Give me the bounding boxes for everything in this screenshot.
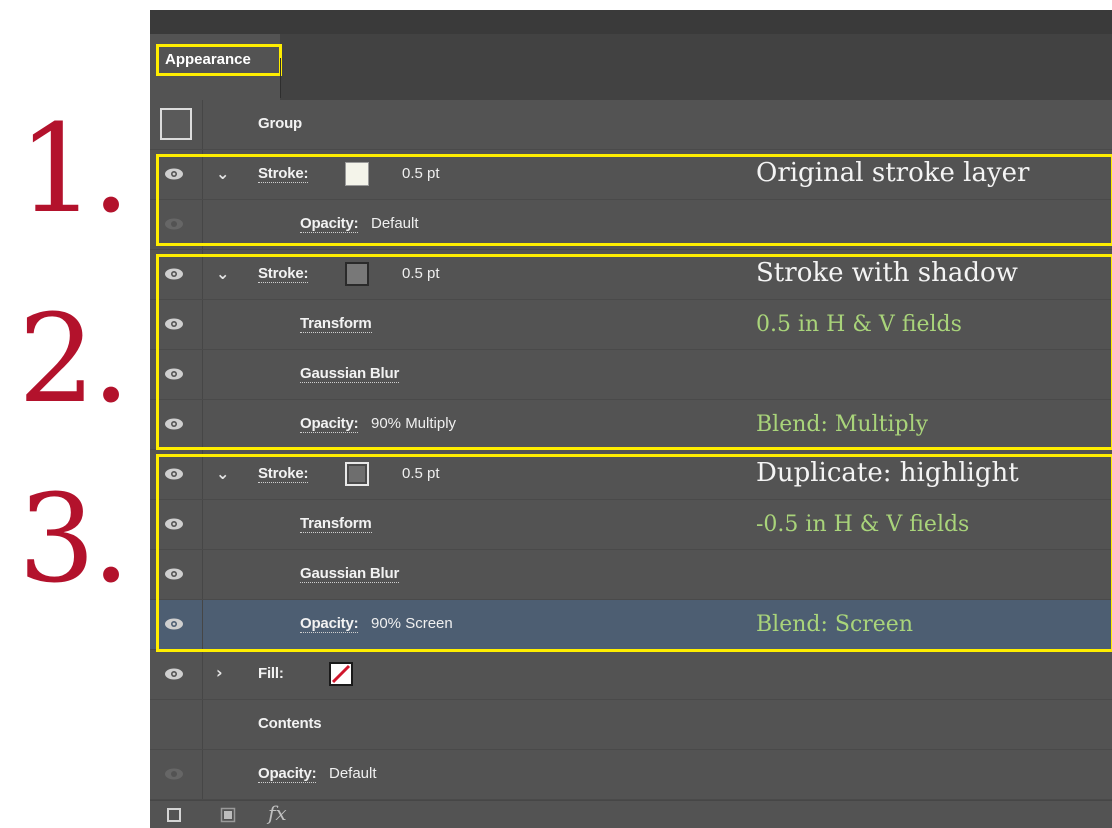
opacity-row[interactable]: Opacity: 90% Multiply Blend: Multiply bbox=[150, 400, 1112, 450]
stroke-color-swatch[interactable] bbox=[345, 162, 369, 186]
visibility-toggle[interactable] bbox=[150, 400, 203, 449]
gaussian-blur-label[interactable]: Gaussian Blur bbox=[300, 565, 399, 583]
tab-appearance-label: Appearance bbox=[156, 44, 282, 76]
appearance-panel: Appearance Group ⌄ Stroke: 0.5 pt Origin… bbox=[150, 10, 1112, 828]
tab-divider bbox=[280, 58, 281, 98]
contents-row[interactable]: Contents bbox=[150, 700, 1112, 750]
opacity-label[interactable]: Opacity: bbox=[258, 765, 317, 783]
opacity-value: Default bbox=[371, 215, 419, 232]
chevron-down-icon[interactable]: ⌄ bbox=[216, 164, 229, 183]
opacity-value: 90% Screen bbox=[371, 615, 453, 632]
opacity-row[interactable]: Opacity: Default bbox=[150, 750, 1112, 800]
group-label: Group bbox=[258, 115, 302, 132]
group-thumbnail bbox=[160, 108, 192, 140]
annotation-note: Original stroke layer bbox=[756, 158, 1030, 188]
visibility-toggle[interactable] bbox=[150, 550, 203, 599]
visibility-toggle[interactable] bbox=[150, 150, 203, 199]
eye-icon[interactable] bbox=[164, 767, 184, 781]
visibility-toggle[interactable] bbox=[150, 500, 203, 549]
panel-title-bar bbox=[150, 10, 1112, 34]
step-number-3: 3. bbox=[18, 468, 130, 610]
annotation-note: 0.5 in H & V fields bbox=[756, 312, 962, 337]
tab-appearance[interactable]: Appearance bbox=[150, 34, 282, 100]
eye-icon[interactable] bbox=[164, 317, 184, 331]
transform-label[interactable]: Transform bbox=[300, 315, 372, 333]
visibility-toggle[interactable] bbox=[150, 650, 203, 699]
opacity-row[interactable]: Opacity: Default bbox=[150, 200, 1112, 250]
chevron-down-icon[interactable]: ⌄ bbox=[216, 264, 229, 283]
stroke-label[interactable]: Stroke: bbox=[258, 465, 308, 483]
annotation-note: Blend: Multiply bbox=[756, 412, 929, 437]
stroke-color-swatch[interactable] bbox=[345, 262, 369, 286]
gaussian-blur-row[interactable]: Gaussian Blur bbox=[150, 350, 1112, 400]
opacity-label[interactable]: Opacity: bbox=[300, 415, 359, 433]
panel-tab-bar: Appearance bbox=[150, 34, 1112, 100]
stroke-weight[interactable]: 0.5 pt bbox=[402, 465, 440, 482]
opacity-value: 90% Multiply bbox=[371, 415, 457, 432]
contents-label: Contents bbox=[258, 715, 322, 732]
opacity-label[interactable]: Opacity: bbox=[300, 615, 359, 633]
group-row[interactable]: Group bbox=[150, 100, 1112, 150]
eye-icon[interactable] bbox=[164, 617, 184, 631]
eye-cell bbox=[150, 100, 203, 149]
annotation-note: Blend: Screen bbox=[756, 612, 913, 637]
new-stroke-icon[interactable] bbox=[166, 807, 182, 827]
fx-icon[interactable]: fx bbox=[268, 801, 287, 825]
eye-icon[interactable] bbox=[164, 467, 184, 481]
opacity-label[interactable]: Opacity: bbox=[300, 215, 359, 233]
step-number-1: 1. bbox=[18, 98, 130, 240]
annotation-note: Stroke with shadow bbox=[756, 258, 1018, 288]
eye-icon[interactable] bbox=[164, 367, 184, 381]
eye-icon[interactable] bbox=[164, 167, 184, 181]
gaussian-blur-row[interactable]: Gaussian Blur bbox=[150, 550, 1112, 600]
stroke-row-highlight[interactable]: ⌄ Stroke: 0.5 pt Duplicate: highlight bbox=[150, 450, 1112, 500]
stroke-label[interactable]: Stroke: bbox=[258, 165, 308, 183]
visibility-toggle[interactable] bbox=[150, 600, 203, 649]
visibility-toggle[interactable] bbox=[150, 200, 203, 249]
transform-label[interactable]: Transform bbox=[300, 515, 372, 533]
visibility-toggle[interactable] bbox=[150, 450, 203, 499]
visibility-toggle[interactable] bbox=[150, 350, 203, 399]
chevron-right-icon[interactable]: › bbox=[216, 663, 223, 682]
stroke-row-original[interactable]: ⌄ Stroke: 0.5 pt Original stroke layer bbox=[150, 150, 1112, 200]
stroke-weight[interactable]: 0.5 pt bbox=[402, 265, 440, 282]
new-fill-icon[interactable] bbox=[220, 807, 236, 827]
eye-icon[interactable] bbox=[164, 267, 184, 281]
stroke-color-swatch[interactable] bbox=[345, 462, 369, 486]
transform-row[interactable]: Transform 0.5 in H & V fields bbox=[150, 300, 1112, 350]
eye-icon[interactable] bbox=[164, 417, 184, 431]
chevron-down-icon[interactable]: ⌄ bbox=[216, 464, 229, 483]
opacity-row-selected[interactable]: Opacity: 90% Screen Blend: Screen bbox=[150, 600, 1112, 650]
visibility-toggle[interactable] bbox=[150, 300, 203, 349]
eye-cell bbox=[150, 700, 203, 749]
stroke-weight[interactable]: 0.5 pt bbox=[402, 165, 440, 182]
stroke-label[interactable]: Stroke: bbox=[258, 265, 308, 283]
annotation-note: Duplicate: highlight bbox=[756, 458, 1019, 488]
opacity-value: Default bbox=[329, 765, 377, 782]
fill-row[interactable]: › Fill: bbox=[150, 650, 1112, 700]
gaussian-blur-label[interactable]: Gaussian Blur bbox=[300, 365, 399, 383]
panel-footer: fx bbox=[150, 800, 1112, 828]
stroke-row-shadow[interactable]: ⌄ Stroke: 0.5 pt Stroke with shadow bbox=[150, 250, 1112, 300]
visibility-toggle[interactable] bbox=[150, 750, 203, 799]
eye-icon[interactable] bbox=[164, 567, 184, 581]
no-fill-icon[interactable] bbox=[329, 662, 353, 686]
step-number-2: 2. bbox=[18, 288, 130, 430]
eye-icon[interactable] bbox=[164, 517, 184, 531]
visibility-toggle[interactable] bbox=[150, 250, 203, 299]
eye-icon[interactable] bbox=[164, 217, 184, 231]
fill-label: Fill: bbox=[258, 665, 284, 682]
eye-icon[interactable] bbox=[164, 667, 184, 681]
annotation-note: -0.5 in H & V fields bbox=[756, 512, 970, 537]
transform-row[interactable]: Transform -0.5 in H & V fields bbox=[150, 500, 1112, 550]
